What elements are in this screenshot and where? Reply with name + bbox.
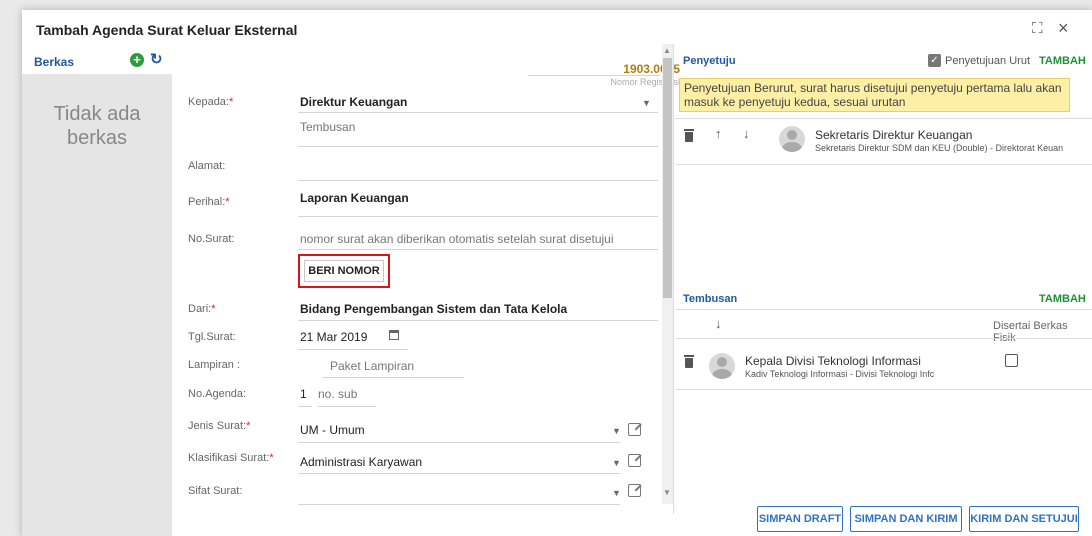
trash-icon[interactable]	[684, 129, 694, 142]
right-panel: Penyetuju ✓ Penyetujuan Urut TAMBAH Peny…	[675, 44, 1092, 536]
perihal-label: Perihal:*	[188, 196, 230, 208]
dialog-title: Tambah Agenda Surat Keluar Eksternal	[36, 22, 298, 38]
jenis-surat-select[interactable]: UM - Umum	[300, 423, 365, 437]
open-external-icon[interactable]	[628, 484, 641, 497]
sifat-surat-label: Sifat Surat:	[188, 485, 243, 497]
no-agenda-label: No.Agenda:	[188, 388, 247, 400]
empty-berkas-line1: Tidak ada	[53, 103, 141, 125]
penyetuju-label: Penyetuju	[683, 55, 736, 67]
penyetuju-name: Sekretaris Direktur Keuangan	[815, 128, 973, 142]
no-agenda-input[interactable]: 1	[300, 387, 307, 401]
arrow-down-icon[interactable]: ↓	[743, 126, 750, 141]
kirim-dan-setujui-button[interactable]: KIRIM DAN SETUJUI	[969, 506, 1079, 532]
refresh-icon[interactable]: ↻	[150, 50, 163, 68]
chevron-down-icon[interactable]: ▼	[612, 458, 621, 468]
alamat-label: Alamat:	[188, 160, 226, 172]
dari-label: Dari:*	[188, 303, 216, 315]
open-external-icon[interactable]	[628, 423, 641, 436]
open-external-icon[interactable]	[628, 454, 641, 467]
tembusan-input[interactable]: Tembusan	[300, 120, 355, 134]
trash-icon[interactable]	[684, 355, 694, 368]
dari-value[interactable]: Bidang Pengembangan Sistem dan Tata Kelo…	[300, 302, 567, 316]
jenis-surat-label: Jenis Surat:*	[188, 420, 251, 432]
klasifikasi-label: Klasifikasi Surat:*	[188, 452, 274, 464]
no-surat-value: nomor surat akan diberikan otomatis sete…	[300, 232, 614, 246]
tembusan-label: Tembusan	[683, 293, 738, 305]
chevron-down-icon[interactable]: ▼	[642, 98, 651, 108]
simpan-draft-button[interactable]: SIMPAN DRAFT	[757, 506, 843, 532]
berkas-header: Berkas + ↻	[22, 50, 172, 74]
scroll-down-icon[interactable]: ▼	[663, 488, 671, 497]
add-berkas-icon[interactable]: +	[130, 53, 144, 67]
berkas-panel: Tidak ada berkas	[22, 74, 172, 536]
beri-nomor-highlight: BERI NOMOR	[298, 254, 390, 288]
maximize-icon[interactable]: ⛶	[1032, 20, 1043, 37]
lampiran-input[interactable]: Paket Lampiran	[330, 359, 414, 373]
simpan-dan-kirim-button[interactable]: SIMPAN DAN KIRIM	[850, 506, 962, 532]
empty-berkas-text: Tidak ada berkas	[22, 102, 172, 150]
tgl-surat-input[interactable]: 21 Mar 2019	[300, 330, 367, 344]
calendar-icon[interactable]	[389, 330, 399, 340]
perihal-input[interactable]: Laporan Keuangan	[300, 191, 409, 205]
registration-number: 1903.0035	[623, 62, 680, 76]
penyetujuan-urut-checkbox[interactable]: ✓	[928, 54, 941, 67]
tambah-penyetuju-button[interactable]: TAMBAH	[1039, 55, 1086, 67]
arrow-up-icon[interactable]: ↑	[715, 126, 722, 141]
scroll-up-icon[interactable]: ▲	[663, 46, 671, 55]
empty-berkas-line2: berkas	[66, 127, 128, 149]
beri-nomor-button[interactable]: BERI NOMOR	[304, 260, 384, 282]
lampiran-label: Lampiran :	[188, 359, 240, 371]
no-surat-label: No.Surat:	[188, 233, 235, 245]
avatar	[709, 353, 735, 379]
no-sub-input[interactable]: no. sub	[318, 387, 357, 401]
dialog: Tambah Agenda Surat Keluar Eksternal ⛶ ×…	[22, 10, 1092, 536]
penyetujuan-banner: Penyetujuan Berurut, surat harus disetuj…	[679, 78, 1070, 112]
klasifikasi-select[interactable]: Administrasi Karyawan	[300, 455, 422, 469]
close-icon[interactable]: ×	[1058, 18, 1069, 39]
registration-label: Nomor Registrasi	[610, 77, 680, 87]
kepada-select[interactable]: Direktur Keuangan	[300, 95, 407, 109]
scroll-thumb[interactable]	[663, 58, 672, 298]
tembusan-detail: Kadiv Teknologi Informasi - Divisi Tekno…	[745, 369, 935, 379]
kepada-label: Kepada:*	[188, 96, 234, 108]
tambah-tembusan-button[interactable]: TAMBAH	[1039, 293, 1086, 305]
berkas-label: Berkas	[34, 55, 75, 69]
avatar	[779, 126, 805, 152]
penyetuju-detail: Sekretaris Direktur SDM dan KEU (Double)…	[815, 143, 1064, 153]
tgl-surat-label: Tgl.Surat:	[188, 331, 236, 343]
chevron-down-icon[interactable]: ▼	[612, 426, 621, 436]
tembusan-name: Kepala Divisi Teknologi Informasi	[745, 354, 921, 368]
chevron-down-icon[interactable]: ▼	[612, 488, 621, 498]
penyetujuan-urut-label: Penyetujuan Urut	[945, 55, 1030, 67]
berkas-fisik-checkbox[interactable]	[1005, 354, 1018, 367]
berkas-fisik-label: Disertai Berkas Fisik	[993, 320, 1068, 344]
arrow-down-icon[interactable]: ↓	[715, 316, 722, 331]
